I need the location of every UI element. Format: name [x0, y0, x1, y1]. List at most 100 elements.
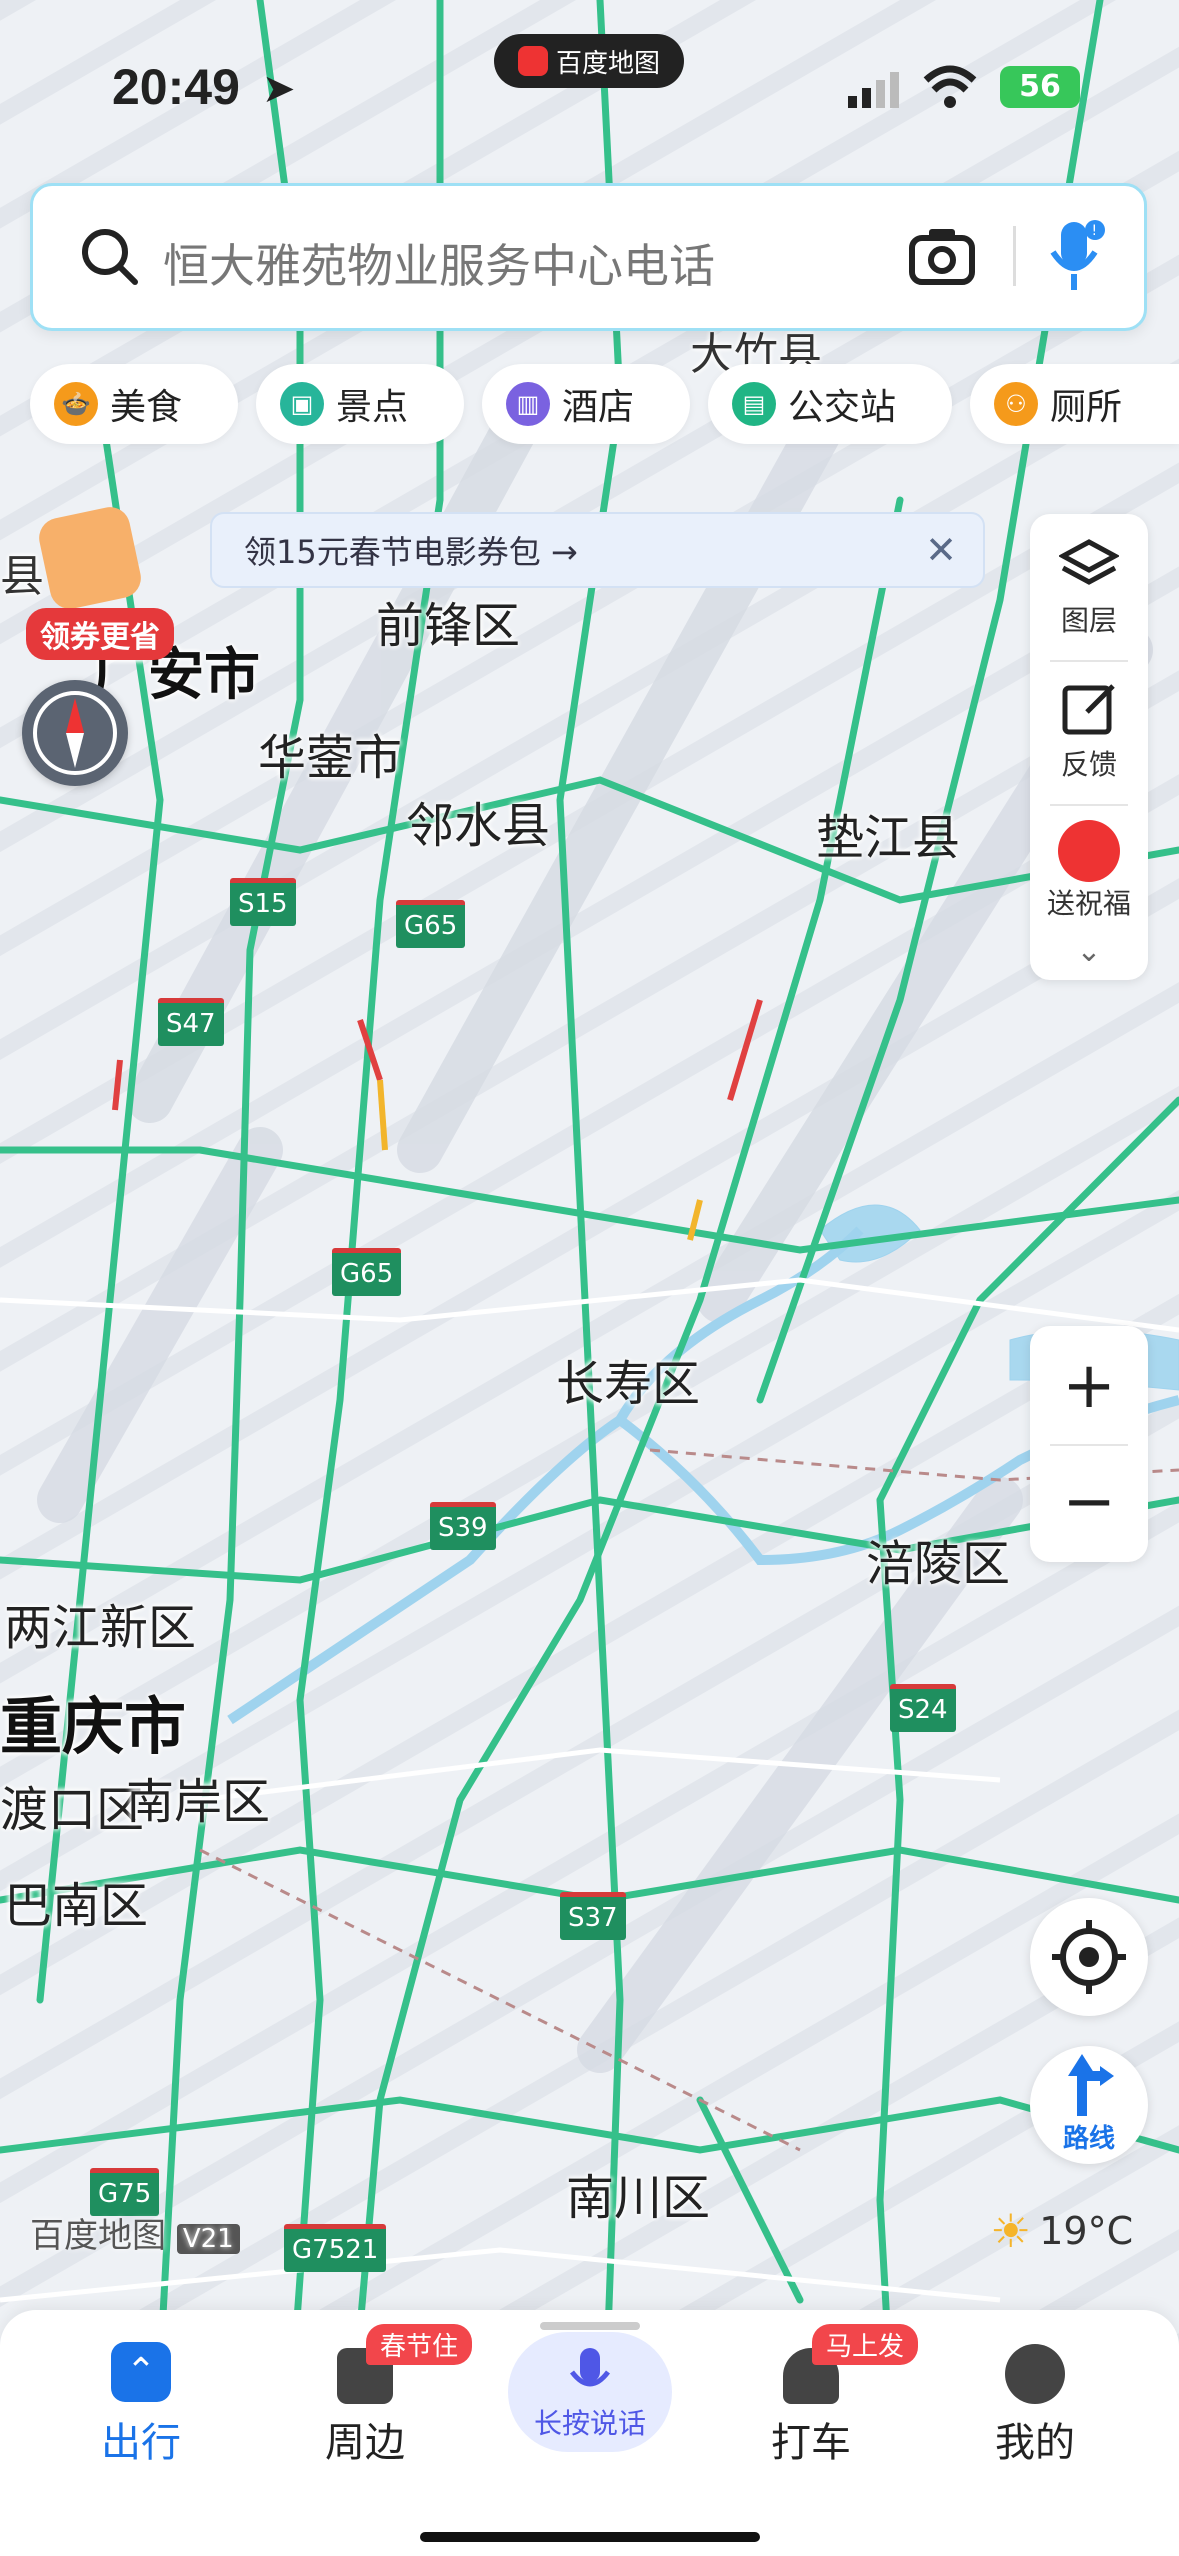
blessing-icon [1058, 820, 1120, 882]
scenic-icon: ▣ [280, 382, 324, 426]
bottom-tab-bar: ⌃ 出行 春节住 周边 长按说话 马上发 打车 我的 [0, 2310, 1179, 2556]
divider [1050, 660, 1128, 662]
road-shield: S39 [430, 1502, 496, 1550]
category-chip-food[interactable]: 🍲 美食 [30, 364, 238, 444]
feedback-icon [1062, 684, 1115, 735]
feedback-button[interactable]: 反馈 [1030, 680, 1148, 783]
layers-label: 图层 [1060, 604, 1117, 637]
travel-icon: ⌃ [111, 2342, 171, 2402]
chip-label: 公交站 [788, 387, 897, 428]
compass-button[interactable] [22, 680, 128, 786]
nearby-badge: 春节住 [366, 2324, 473, 2365]
promo-banner[interactable]: 领15元春节电影券包 → ✕ [210, 512, 985, 588]
app-name: 百度地图 [555, 48, 660, 79]
layers-button[interactable]: 图层 [1030, 536, 1148, 639]
close-icon[interactable]: ✕ [925, 528, 957, 572]
home-indicator [420, 2532, 760, 2542]
locate-button[interactable] [1030, 1898, 1148, 2016]
map-label-qianfeng: 前锋区 [376, 598, 521, 654]
watermark-text: 百度地图 [30, 2216, 166, 2256]
hotel-icon: ▥ [506, 382, 550, 426]
road-shield: S24 [890, 1684, 956, 1732]
chip-label: 厕所 [1050, 387, 1123, 428]
sun-icon: ☀ [990, 2204, 1032, 2258]
baidu-map-logo-icon [517, 46, 548, 76]
app-indicator-pill: 百度地图 [494, 34, 684, 88]
category-chip-scenic[interactable]: ▣ 景点 [256, 364, 464, 444]
map-label-linshui: 邻水县 [406, 798, 551, 854]
location-arrow-icon: ➤ [262, 66, 296, 112]
chevron-down-icon[interactable]: ⌄ [1030, 934, 1148, 969]
map-label-yuzhong: 渡口区 [0, 1782, 145, 1838]
voice-button[interactable]: 长按说话 [508, 2332, 672, 2452]
locate-icon [1052, 1920, 1126, 1994]
taxi-badge: 马上发 [812, 2324, 919, 2365]
map-label-liangjiang: 两江新区 [4, 1600, 197, 1656]
voice-label: 长按说话 [533, 2407, 646, 2440]
divider [1050, 804, 1128, 806]
zoom-in-icon[interactable]: + [1030, 1336, 1148, 1436]
map-label-nanan: 南岸区 [126, 1774, 271, 1830]
temperature: 19°C [1039, 2209, 1134, 2253]
layers-icon [1057, 539, 1121, 585]
route-button[interactable]: 路线 [1030, 2046, 1148, 2164]
camera-icon[interactable] [909, 226, 975, 290]
tab-label: 出行 [101, 2420, 181, 2466]
drag-handle[interactable] [540, 2322, 640, 2330]
map-label-huaying: 华蓥市 [258, 730, 403, 786]
road-shield: S47 [158, 998, 224, 1046]
microphone-icon [570, 2348, 610, 2387]
route-label: 路线 [1062, 2124, 1115, 2154]
zoom-controls: + − [1030, 1326, 1148, 1562]
tab-label: 打车 [771, 2420, 851, 2466]
chip-label: 美食 [110, 387, 183, 428]
status-time: 20:49 [112, 59, 240, 115]
map-label-dianjiang: 垫江县 [816, 810, 961, 866]
chip-label: 景点 [336, 387, 409, 428]
chip-label: 酒店 [562, 387, 635, 428]
coupon-badge[interactable]: 领券更省 [26, 608, 174, 660]
zoom-out-icon[interactable]: − [1030, 1452, 1148, 1552]
category-chip-toilet[interactable]: ⚇ 厕所 [970, 364, 1179, 444]
blessing-label: 送祝福 [1046, 887, 1131, 920]
profile-icon [1005, 2344, 1065, 2404]
map-label-chongqing: 重庆市 [0, 1690, 187, 1763]
watermark-version: V21 [176, 2224, 240, 2254]
category-chip-hotel[interactable]: ▥ 酒店 [482, 364, 690, 444]
route-arrow-icon [1068, 2054, 1114, 2116]
wifi-icon [922, 64, 978, 114]
tab-label: 周边 [325, 2420, 405, 2466]
category-chip-bus-stop[interactable]: ▤ 公交站 [708, 364, 952, 444]
road-shield: G65 [332, 1248, 402, 1296]
map-watermark: 百度地图 V21 [30, 2208, 240, 2257]
search-input[interactable]: 恒大雅苑物业服务中心电话 [163, 230, 715, 296]
map-label-changshou: 长寿区 [556, 1356, 701, 1412]
weather-widget[interactable]: ☀ 19°C [990, 2204, 1133, 2258]
map-label-county-left: 县 [0, 551, 44, 602]
banner-text: 领15元春节电影券包 → [244, 533, 578, 571]
road-shield: G65 [396, 900, 466, 948]
search-icon [77, 224, 141, 292]
coupon-gift-icon[interactable] [35, 503, 145, 613]
map-tools-panel: 图层 反馈 送祝福 ⌄ [1030, 514, 1148, 980]
bus-icon: ▤ [732, 382, 776, 426]
divider [1050, 1444, 1128, 1446]
road-shield: S37 [560, 1892, 626, 1940]
svg-text:!: ! [1092, 223, 1098, 239]
toilet-icon: ⚇ [994, 382, 1038, 426]
blessing-button[interactable]: 送祝福 [1030, 820, 1148, 922]
map-label-fuling: 涪陵区 [866, 1536, 1011, 1592]
microphone-icon[interactable]: ! [1047, 218, 1107, 298]
feedback-label: 反馈 [1060, 748, 1117, 781]
map-label-nanchuan: 南川区 [566, 2170, 711, 2226]
cellular-signal-icon [846, 70, 902, 114]
tab-label: 我的 [995, 2420, 1075, 2466]
road-shield: G7521 [284, 2224, 387, 2272]
divider [1013, 226, 1016, 286]
search-bar[interactable]: 恒大雅苑物业服务中心电话 ! [30, 183, 1147, 331]
road-shield: S15 [230, 878, 296, 926]
food-icon: 🍲 [54, 382, 98, 426]
battery-indicator: 56 [1000, 66, 1080, 108]
compass-icon [33, 691, 117, 775]
map-label-banan: 巴南区 [4, 1878, 149, 1934]
